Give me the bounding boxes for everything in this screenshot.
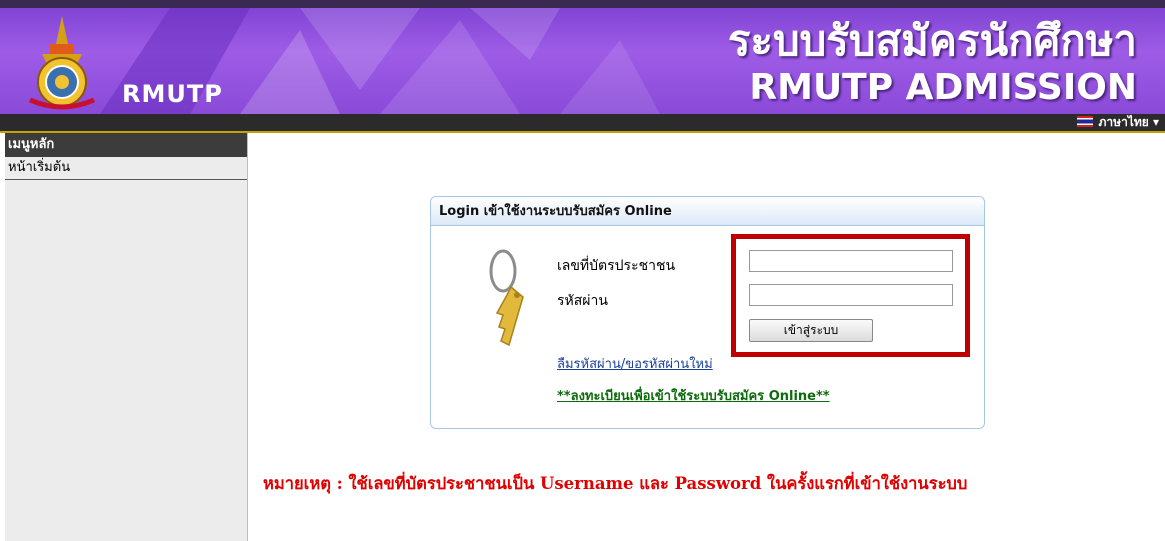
key-icon <box>489 249 524 347</box>
language-selector[interactable]: ภาษาไทย ▾ <box>1076 114 1159 131</box>
top-toolbar: ภาษาไทย ▾ <box>0 114 1165 133</box>
header-banner: RMUTP ระบบรับสมัครนักศึกษา RMUTP ADMISSI… <box>0 0 1165 114</box>
register-link[interactable]: **ลงทะเบียนเพื่อเข้าใช้ระบบรับสมัคร Onli… <box>557 385 830 406</box>
site-title-thai: ระบบรับสมัครนักศึกษา <box>727 16 1137 65</box>
language-label: ภาษาไทย ▾ <box>1098 115 1159 129</box>
university-seal-logo <box>28 16 96 110</box>
login-button[interactable]: เข้าสู่ระบบ <box>749 319 873 342</box>
forgot-password-link[interactable]: ลืมรหัสผ่าน/ขอรหัสผ่านใหม่ <box>557 353 713 374</box>
thai-flag-icon <box>1076 116 1093 127</box>
sidebar-heading: เมนูหลัก <box>5 133 247 157</box>
site-title-english: RMUTP ADMISSION <box>749 67 1137 108</box>
id-card-label: เลขที่บัตรประชาชน <box>557 258 676 274</box>
login-panel-title: Login เข้าใช้งานระบบรับสมัคร Online <box>431 197 984 226</box>
login-panel: Login เข้าใช้งานระบบรับสมัคร Online เลขท… <box>430 196 985 429</box>
sidebar-item-home[interactable]: หน้าเริ่มต้น <box>5 157 247 180</box>
password-label: รหัสผ่าน <box>557 293 608 309</box>
logo-text: RMUTP <box>122 80 223 108</box>
sidebar-menu: เมนูหลัก หน้าเริ่มต้น <box>5 133 247 541</box>
id-card-input[interactable] <box>749 250 953 272</box>
sidebar-divider <box>247 133 248 541</box>
note-text: หมายเหตุ : ใช้เลขที่บัตรประชาชนเป็น User… <box>263 474 968 493</box>
password-input[interactable] <box>749 284 953 306</box>
